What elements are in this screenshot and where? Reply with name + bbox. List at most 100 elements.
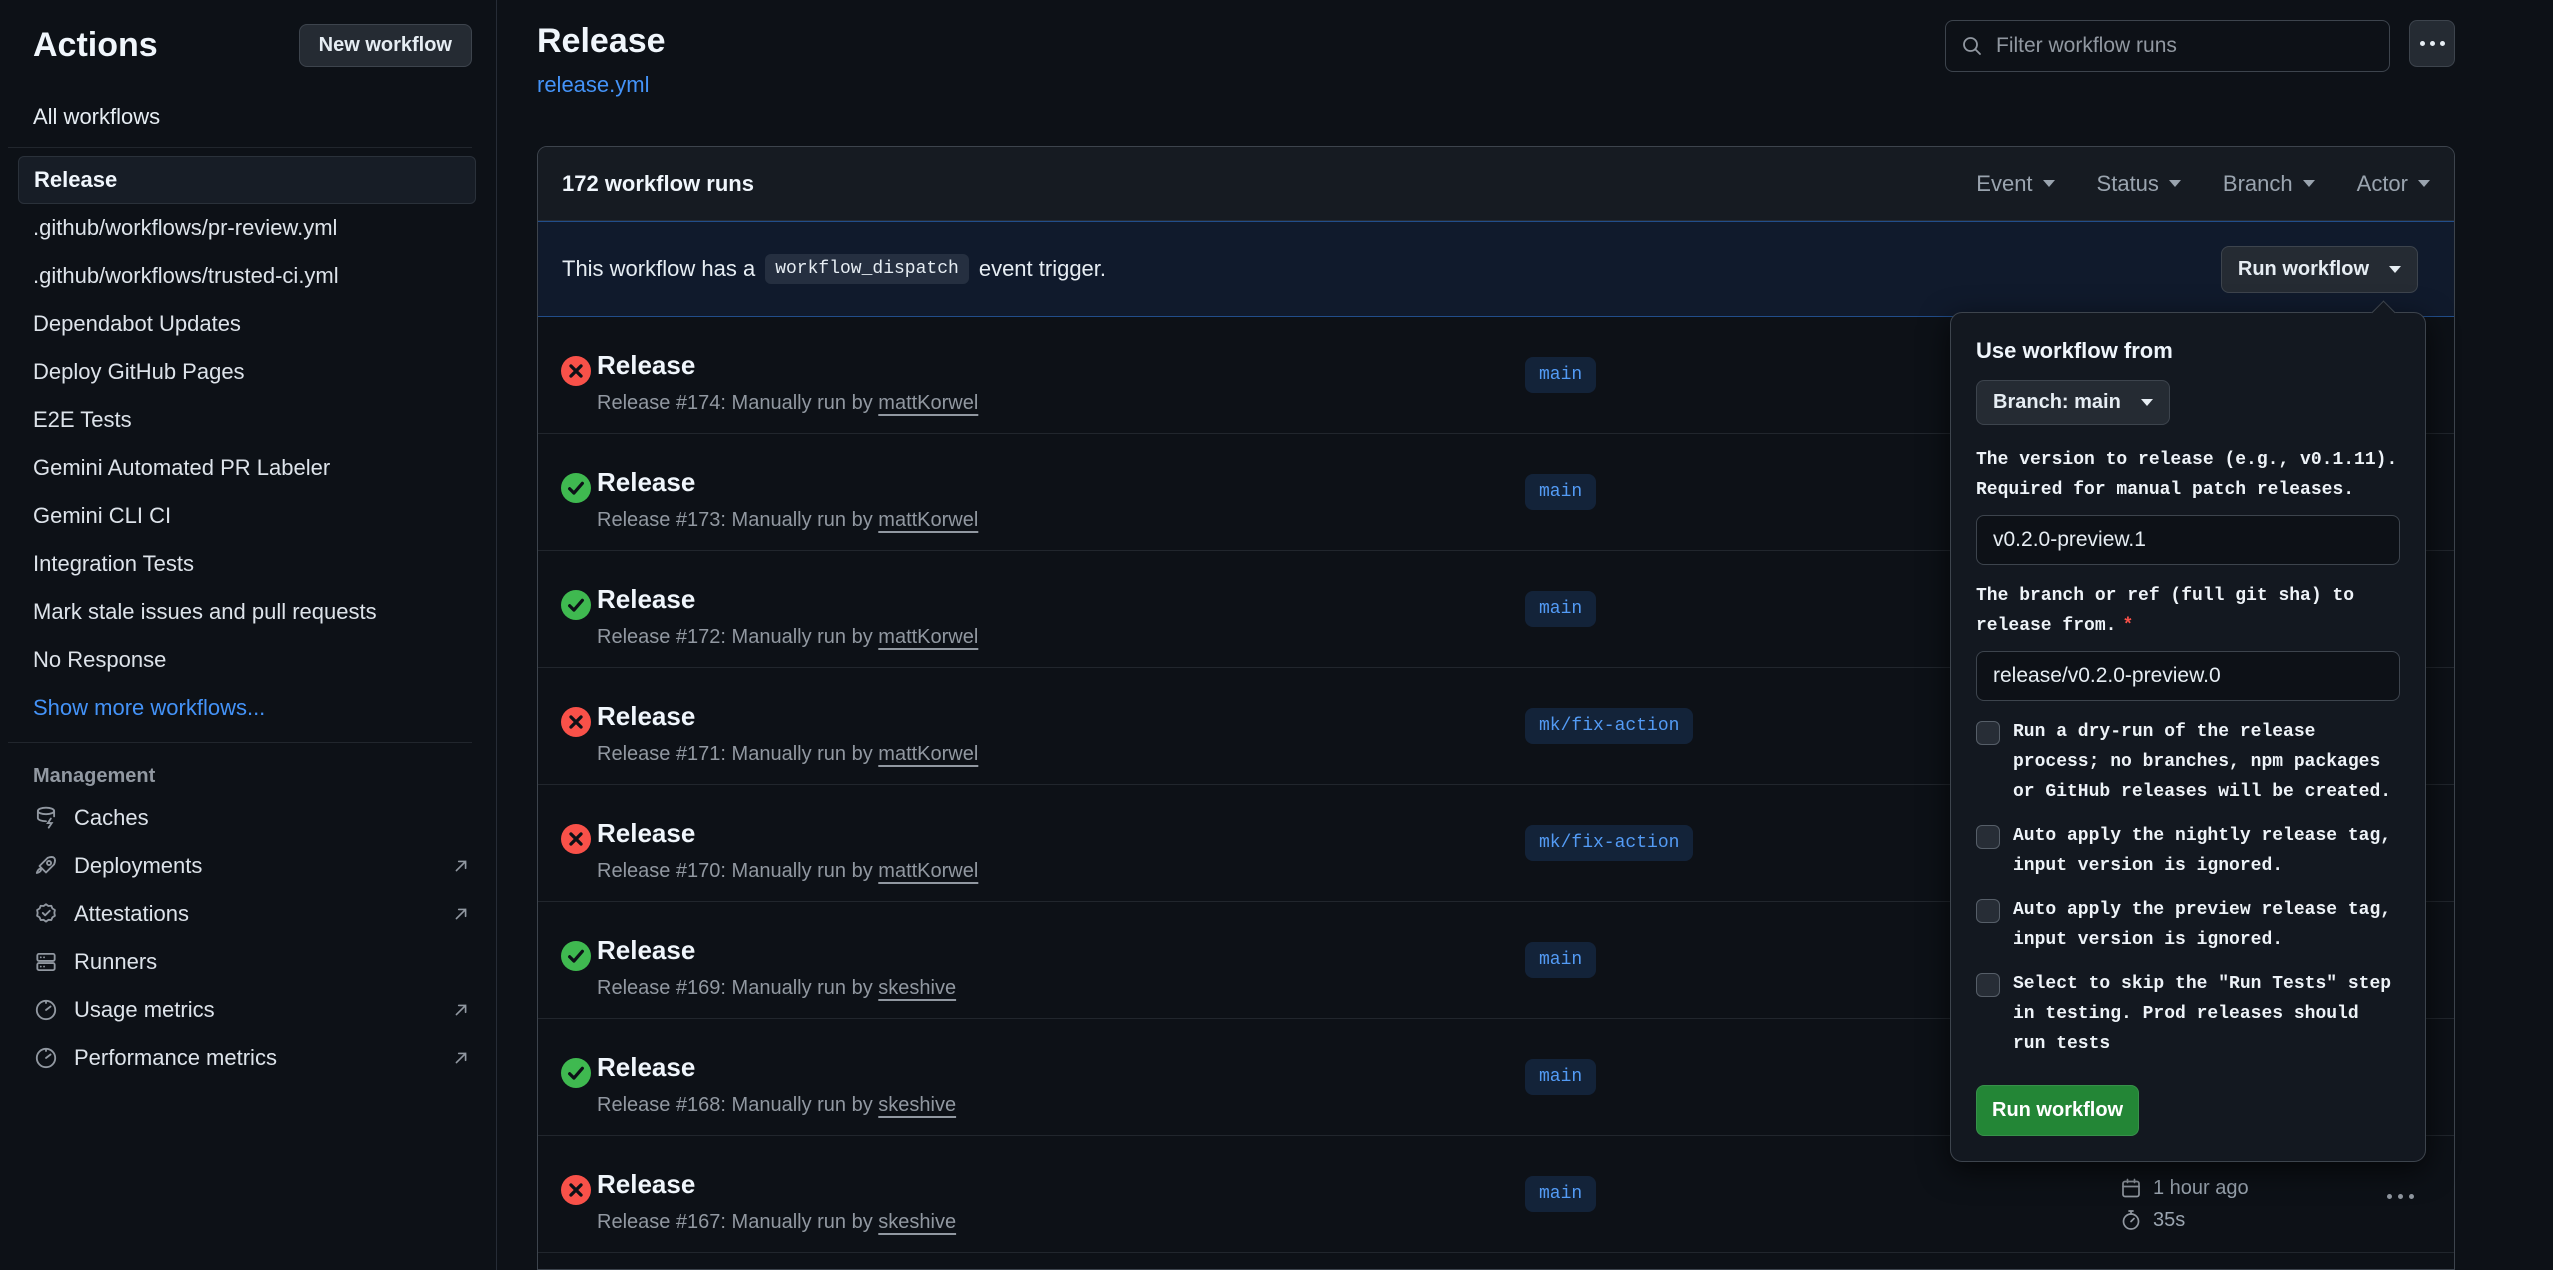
- caret-down-icon: [2389, 266, 2401, 273]
- new-workflow-button[interactable]: New workflow: [299, 24, 472, 67]
- external-link-arrow-icon: [450, 1047, 472, 1069]
- sidebar-item-runners[interactable]: Runners: [33, 938, 472, 986]
- external-link-arrow-icon: [450, 903, 472, 925]
- branch-badge[interactable]: main: [1525, 474, 1596, 510]
- sidebar-item-e2e-tests[interactable]: E2E Tests: [18, 396, 476, 444]
- run-title-link[interactable]: Release: [597, 818, 695, 848]
- version-input[interactable]: [1976, 515, 2400, 565]
- run-actor-link[interactable]: skeshive: [878, 977, 956, 999]
- rocket-icon: [33, 853, 59, 879]
- nightly-tag-checkbox-label: Auto apply the nightly release tag, inpu…: [2013, 821, 2400, 881]
- nightly-tag-checkbox[interactable]: [1976, 825, 2000, 849]
- branch-badge[interactable]: mk/fix-action: [1525, 825, 1693, 861]
- sidebar-item-no-response[interactable]: No Response: [18, 636, 476, 684]
- run-title-link[interactable]: Release: [597, 701, 695, 731]
- caret-down-icon: [2141, 399, 2153, 406]
- database-icon: [33, 805, 59, 831]
- external-link-arrow-icon: [450, 855, 472, 877]
- version-field-label: The version to release (e.g., v0.1.11). …: [1976, 445, 2400, 505]
- run-title-link[interactable]: Release: [597, 350, 695, 380]
- run-status-icon: [561, 941, 591, 971]
- banner-text: event trigger.: [979, 256, 1106, 282]
- sidebar-item-attestations[interactable]: Attestations: [33, 890, 472, 938]
- workflow-file-link[interactable]: release.yml: [537, 72, 649, 98]
- run-description: Release #173: Manually run by mattKorwel: [597, 509, 978, 532]
- gauge-icon: [33, 1045, 59, 1071]
- run-workflow-dropdown-button[interactable]: Run workflow: [2221, 246, 2418, 293]
- sidebar-divider: [8, 742, 472, 743]
- branch-badge[interactable]: main: [1525, 1176, 1596, 1212]
- event-filter-dropdown[interactable]: Event: [1976, 171, 2054, 197]
- sidebar-item-trusted-ci[interactable]: .github/workflows/trusted-ci.yml: [18, 252, 476, 300]
- run-description: Release #174: Manually run by mattKorwel: [597, 392, 978, 415]
- run-options-button[interactable]: [2387, 1194, 2414, 1199]
- ref-input[interactable]: [1976, 651, 2400, 701]
- sidebar-item-mark-stale[interactable]: Mark stale issues and pull requests: [18, 588, 476, 636]
- server-icon: [33, 949, 59, 975]
- stopwatch-icon: [2119, 1208, 2143, 1232]
- run-status-icon: [561, 707, 591, 737]
- sidebar-item-dependabot-updates[interactable]: Dependabot Updates: [18, 300, 476, 348]
- sidebar-item-all-workflows[interactable]: All workflows: [33, 97, 472, 137]
- run-actor-link[interactable]: mattKorwel: [878, 860, 978, 882]
- preview-tag-checkbox-label: Auto apply the preview release tag, inpu…: [2013, 895, 2400, 955]
- gauge-icon: [33, 997, 59, 1023]
- run-actor-link[interactable]: mattKorwel: [878, 743, 978, 765]
- dry-run-checkbox[interactable]: [1976, 721, 2000, 745]
- branch-badge[interactable]: main: [1525, 942, 1596, 978]
- sidebar-item-caches[interactable]: Caches: [33, 794, 472, 842]
- branch-select-button[interactable]: Branch: main: [1976, 380, 2170, 425]
- run-status-icon: [561, 356, 591, 386]
- verified-badge-icon: [33, 901, 59, 927]
- filter-workflow-runs-input[interactable]: [1996, 34, 2375, 58]
- sidebar-item-label: Attestations: [74, 901, 189, 927]
- status-filter-dropdown[interactable]: Status: [2097, 171, 2181, 197]
- run-description: Release #170: Manually run by mattKorwel: [597, 860, 978, 883]
- run-actor-link[interactable]: mattKorwel: [878, 626, 978, 648]
- skip-tests-checkbox-label: Select to skip the "Run Tests" step in t…: [2013, 969, 2400, 1059]
- run-status-icon: [561, 1058, 591, 1088]
- run-title-link[interactable]: Release: [597, 467, 695, 497]
- management-section-heading: Management: [33, 765, 472, 788]
- run-description: Release #172: Manually run by mattKorwel: [597, 626, 978, 649]
- sidebar-item-integration-tests[interactable]: Integration Tests: [18, 540, 476, 588]
- sidebar-item-gemini-cli-ci[interactable]: Gemini CLI CI: [18, 492, 476, 540]
- sidebar-item-label: Deployments: [74, 853, 202, 879]
- sidebar-divider: [8, 147, 472, 148]
- page-title: Actions: [33, 26, 158, 65]
- branch-badge[interactable]: mk/fix-action: [1525, 708, 1693, 744]
- run-status-icon: [561, 824, 591, 854]
- workflow-dispatch-code: workflow_dispatch: [765, 254, 969, 284]
- preview-tag-checkbox[interactable]: [1976, 899, 2000, 923]
- sidebar-item-performance-metrics[interactable]: Performance metrics: [33, 1034, 472, 1082]
- branch-badge[interactable]: main: [1525, 1059, 1596, 1095]
- sidebar-item-deploy-github-pages[interactable]: Deploy GitHub Pages: [18, 348, 476, 396]
- run-workflow-submit-button[interactable]: Run workflow: [1976, 1085, 2139, 1136]
- run-title-link[interactable]: Release: [597, 584, 695, 614]
- branch-badge[interactable]: main: [1525, 591, 1596, 627]
- run-actor-link[interactable]: skeshive: [878, 1211, 956, 1233]
- horizontal-dots-icon: [2420, 41, 2425, 46]
- branch-filter-dropdown[interactable]: Branch: [2223, 171, 2315, 197]
- run-actor-link[interactable]: mattKorwel: [878, 392, 978, 414]
- skip-tests-checkbox[interactable]: [1976, 973, 2000, 997]
- sidebar-item-usage-metrics[interactable]: Usage metrics: [33, 986, 472, 1034]
- branch-badge[interactable]: main: [1525, 357, 1596, 393]
- run-status-icon: [561, 590, 591, 620]
- sidebar-item-pr-review[interactable]: .github/workflows/pr-review.yml: [18, 204, 476, 252]
- run-actor-link[interactable]: mattKorwel: [878, 509, 978, 531]
- sidebar-item-label: Caches: [74, 805, 149, 831]
- sidebar-item-gemini-pr-labeler[interactable]: Gemini Automated PR Labeler: [18, 444, 476, 492]
- actor-filter-dropdown[interactable]: Actor: [2357, 171, 2430, 197]
- run-actor-link[interactable]: skeshive: [878, 1094, 956, 1116]
- run-title-link[interactable]: Release: [597, 935, 695, 965]
- run-title-link[interactable]: Release: [597, 1052, 695, 1082]
- sidebar-item-deployments[interactable]: Deployments: [33, 842, 472, 890]
- workflow-options-button[interactable]: [2409, 20, 2455, 67]
- caret-down-icon: [2303, 180, 2315, 187]
- show-more-workflows-link[interactable]: Show more workflows...: [18, 684, 476, 732]
- calendar-icon: [2119, 1176, 2143, 1200]
- run-title-link[interactable]: Release: [597, 1169, 695, 1199]
- sidebar-item-release[interactable]: Release: [18, 156, 476, 204]
- runs-panel-header: 172 workflow runs Event Status Branch Ac…: [538, 147, 2454, 221]
